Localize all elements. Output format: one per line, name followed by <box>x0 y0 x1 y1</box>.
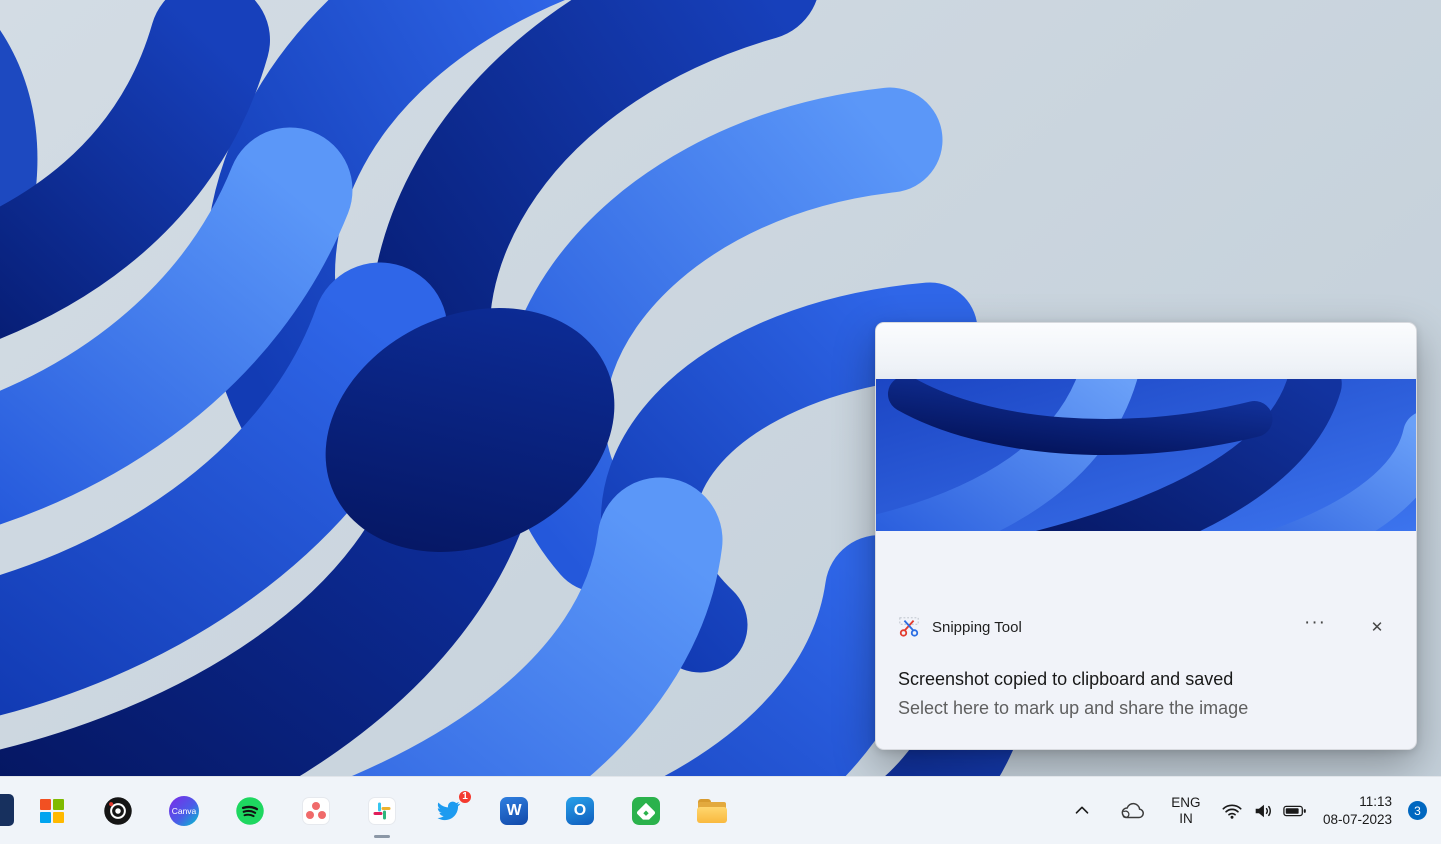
spotify-icon <box>235 796 265 826</box>
taskbar-icon-clipped-app[interactable] <box>0 794 14 826</box>
windows-logo-icon <box>40 799 64 823</box>
taskbar-icon-word[interactable]: W <box>494 791 534 831</box>
snipping-tool-icon <box>898 616 920 638</box>
taskbar-icon-spotify[interactable] <box>230 791 270 831</box>
tray-clock[interactable]: 11:13 08-07-2023 <box>1317 789 1398 833</box>
word-letter: W <box>506 802 521 820</box>
notification-center-badge[interactable]: 3 <box>1408 801 1427 820</box>
outlook-icon: O <box>566 797 594 825</box>
language-region: IN <box>1179 811 1193 827</box>
taskbar-icon-slack[interactable] <box>362 791 402 831</box>
taskbar-app-icons: Canva <box>0 791 732 831</box>
toast-more-options-button[interactable]: ··· <box>1298 611 1332 643</box>
screenshot-preview-image <box>876 323 1416 531</box>
chevron-up-icon <box>1071 800 1093 822</box>
toast-app-name: Snipping Tool <box>932 619 1022 636</box>
taskbar-icon-asana[interactable] <box>296 791 336 831</box>
tray-show-hidden-icons-button[interactable] <box>1067 789 1097 833</box>
onedrive-cloud-sync-icon <box>1118 800 1148 822</box>
twitter-notification-badge: 1 <box>457 789 473 805</box>
taskbar-icon-feedly[interactable] <box>626 791 666 831</box>
camera-lens-icon <box>103 796 133 826</box>
taskbar-icon-twitter[interactable]: 1 <box>428 791 468 831</box>
language-code: ENG <box>1171 795 1200 811</box>
word-icon: W <box>500 797 528 825</box>
active-app-indicator <box>374 835 390 838</box>
outlook-letter: O <box>574 802 586 820</box>
feedly-icon <box>632 797 660 825</box>
taskbar-icon-outlook[interactable]: O <box>560 791 600 831</box>
taskbar-icon-canva[interactable]: Canva <box>164 791 204 831</box>
slack-icon <box>368 797 396 825</box>
wifi-icon <box>1221 800 1243 822</box>
tray-onedrive-button[interactable] <box>1115 789 1151 833</box>
tray-language-switcher[interactable]: ENG IN <box>1165 789 1207 833</box>
canva-wordmark: Canva <box>172 806 197 816</box>
screenshot-preview-top <box>876 323 1416 379</box>
asana-icon <box>302 797 330 825</box>
tray-date: 08-07-2023 <box>1323 811 1392 829</box>
windows-desktop: Snipping Tool ··· ✕ Screenshot copied to… <box>0 0 1441 844</box>
tray-quick-settings[interactable] <box>1221 789 1307 833</box>
taskbar-icon-camera-app[interactable] <box>98 791 138 831</box>
system-tray: ENG IN <box>1067 789 1441 833</box>
toast-close-button[interactable]: ✕ <box>1360 611 1394 643</box>
tray-time: 11:13 <box>1359 793 1392 811</box>
canva-icon: Canva <box>169 796 199 826</box>
start-button[interactable] <box>32 791 72 831</box>
taskbar-icon-file-explorer[interactable] <box>692 791 732 831</box>
battery-icon <box>1283 803 1307 819</box>
taskbar: Canva <box>0 776 1441 844</box>
volume-icon <box>1252 800 1274 822</box>
toast-title: Screenshot copied to clipboard and saved <box>898 669 1394 690</box>
toast-subtitle: Select here to mark up and share the ima… <box>898 698 1394 719</box>
snipping-tool-notification[interactable]: Snipping Tool ··· ✕ Screenshot copied to… <box>875 322 1417 750</box>
folder-icon <box>697 799 727 823</box>
